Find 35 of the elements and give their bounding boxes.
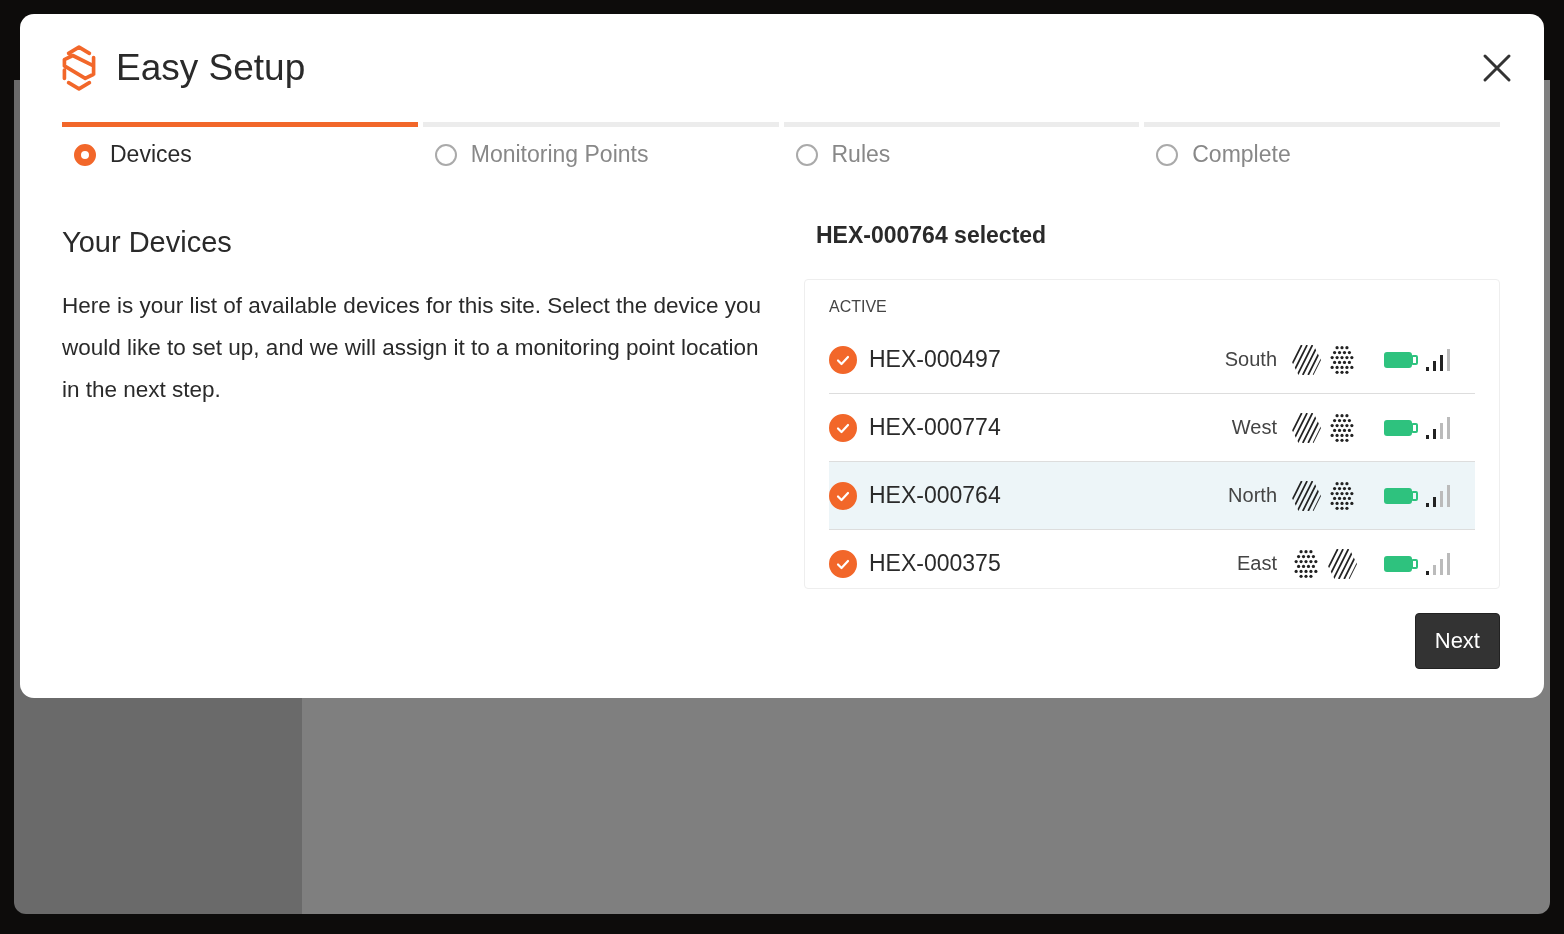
device-row[interactable]: HEX-000497 South <box>829 326 1475 394</box>
signal-icon <box>1425 415 1451 440</box>
signal-icon <box>1425 347 1451 372</box>
step-tab[interactable]: Rules <box>783 122 1140 182</box>
device-name: HEX-000764 <box>869 482 1001 509</box>
device-row[interactable]: HEX-000375 East <box>829 530 1475 588</box>
radio-icon <box>1156 143 1179 166</box>
radio-icon <box>74 143 96 166</box>
location-label: North <box>1228 484 1277 507</box>
close-icon <box>1482 53 1512 83</box>
signal-icon <box>1425 551 1451 576</box>
striped-hexagon-icon <box>1327 548 1357 579</box>
battery-icon <box>1383 554 1419 573</box>
selection-label: HEX-000764 selected <box>816 222 1048 249</box>
location-label: South <box>1224 348 1277 371</box>
device-name: HEX-000375 <box>869 550 1001 577</box>
intro-text: Here is your list of available devices for this site. Select the device you would like to set up, and we will assign it to a monitoring point location in the next step. <box>62 292 762 404</box>
step-tab[interactable]: Complete <box>1144 122 1500 182</box>
dialog-title: Easy Setup <box>116 47 306 89</box>
battery-icon <box>1383 350 1419 369</box>
battery-icon <box>1383 418 1419 437</box>
step-tab[interactable]: Monitoring Points <box>422 122 779 182</box>
radio-icon <box>795 143 818 166</box>
section-heading: Your Devices <box>62 226 233 259</box>
group-label: ACTIVE <box>829 298 888 316</box>
device-name: HEX-000774 <box>869 414 1001 441</box>
device-row[interactable]: HEX-000764 North <box>829 462 1475 530</box>
signal-icon <box>1425 483 1451 508</box>
step-tab[interactable]: Devices <box>62 122 418 182</box>
device-name: HEX-000497 <box>869 346 1001 373</box>
radio-icon <box>434 143 457 166</box>
location-label: East <box>1236 552 1277 575</box>
next-button[interactable]: Next <box>1414 613 1500 669</box>
battery-icon <box>1383 486 1419 505</box>
location-label: West <box>1231 416 1277 439</box>
